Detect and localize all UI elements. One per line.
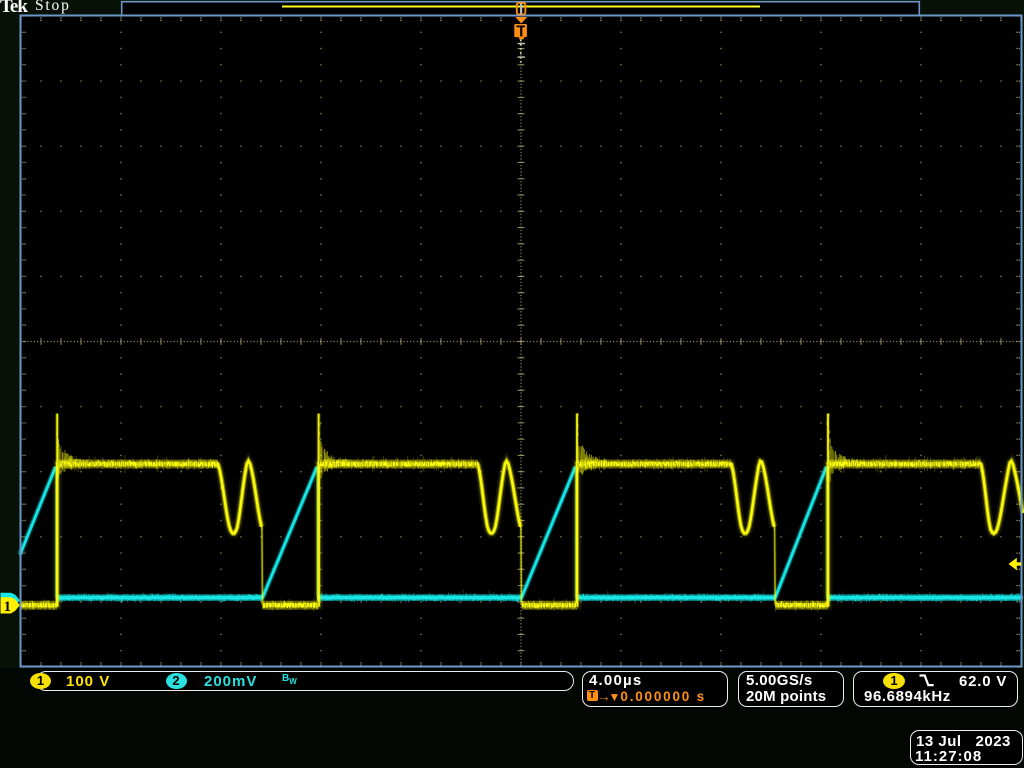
svg-text:1: 1	[4, 599, 11, 615]
